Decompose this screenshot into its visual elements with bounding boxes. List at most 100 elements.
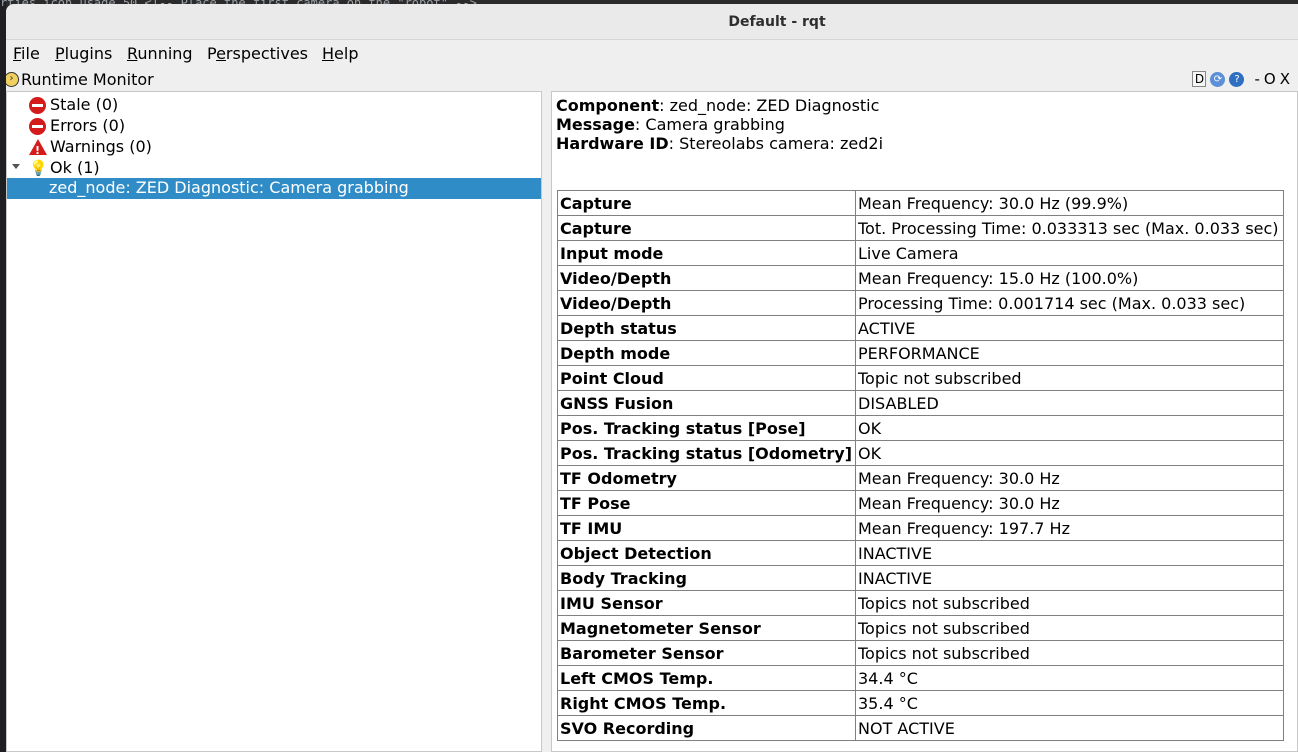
menu-running[interactable]: Running [127, 44, 193, 63]
menu-plugins-rest: lugins [64, 44, 113, 63]
message-value: Camera grabbing [645, 115, 785, 134]
menu-running-accel: R [127, 44, 138, 63]
tree-item-errors[interactable]: Errors (0) [7, 116, 541, 137]
status-tree[interactable]: Stale (0) Errors (0) Warnings (0) 💡 Ok (… [6, 91, 542, 752]
row-value: DISABLED [855, 390, 1284, 416]
row-key: TF IMU [557, 515, 856, 541]
row-key: Video/Depth [557, 290, 856, 316]
table-row: TF IMU Mean Frequency: 197.7 Hz [557, 515, 1284, 541]
row-key: Object Detection [557, 540, 856, 566]
row-key: Barometer Sensor [557, 640, 856, 666]
menu-perspectives-rest: rspectives [225, 44, 308, 63]
menu-perspectives[interactable]: Perspectives [207, 44, 308, 63]
menu-bar: File Plugins Running Perspectives Help [6, 41, 1298, 67]
dock-buttons: D ⟳ ? - O X [1192, 70, 1290, 88]
rqt-window: Default - rqt File Plugins Running Persp… [6, 4, 1298, 752]
row-key: Depth mode [557, 340, 856, 366]
runtime-monitor-icon: › [6, 72, 19, 87]
row-value: ACTIVE [855, 315, 1284, 341]
minimize-button[interactable]: - [1254, 70, 1259, 88]
row-value: INACTIVE [855, 540, 1284, 566]
row-value: Mean Frequency: 30.0 Hz [855, 465, 1284, 491]
message-line: Message: Camera grabbing [556, 115, 785, 134]
menu-help-accel: H [322, 44, 335, 63]
title-bar[interactable]: Default - rqt [6, 4, 1298, 40]
row-key: Video/Depth [557, 265, 856, 291]
menu-file-rest: ile [21, 44, 40, 63]
reload-icon[interactable]: ⟳ [1210, 71, 1226, 87]
menu-perspectives-accel: e [216, 44, 226, 63]
table-row: Left CMOS Temp. 34.4 °C [557, 665, 1284, 691]
menu-file-accel: F [13, 44, 22, 63]
menu-help-rest: elp [334, 44, 359, 63]
row-value: Mean Frequency: 30.0 Hz [855, 490, 1284, 516]
table-row: Video/Depth Processing Time: 0.001714 sec… [557, 290, 1284, 316]
tree-item-label: Warnings (0) [50, 137, 152, 156]
hardware-line: Hardware ID: Stereolabs camera: zed2i [556, 134, 884, 153]
row-key: IMU Sensor [557, 590, 856, 616]
row-value: Topic not subscribed [855, 365, 1284, 391]
close-button[interactable]: X [1280, 70, 1290, 88]
row-key: TF Pose [557, 490, 856, 516]
row-key: Left CMOS Temp. [557, 665, 856, 691]
key-value-table: Capture Mean Frequency: 30.0 Hz (99.9%) Ca… [557, 190, 1284, 741]
menu-perspectives-pre: P [207, 44, 217, 63]
table-row: Right CMOS Temp. 35.4 °C [557, 690, 1284, 716]
row-value: 34.4 °C [855, 665, 1284, 691]
tree-item-zed-diagnostic[interactable]: zed_node: ZED Diagnostic: Camera grabbin… [7, 178, 541, 199]
row-value: Topics not subscribed [855, 615, 1284, 641]
table-row: Capture Mean Frequency: 30.0 Hz (99.9%) [557, 190, 1284, 216]
tree-item-label: zed_node: ZED Diagnostic: Camera grabbin… [49, 178, 409, 197]
hardware-value: Stereolabs camera: zed2i [679, 134, 884, 153]
hardware-label: Hardware ID [556, 134, 669, 153]
panel-splitter[interactable] [544, 91, 551, 752]
row-value: Mean Frequency: 30.0 Hz (99.9%) [855, 190, 1284, 216]
tree-item-ok[interactable]: 💡 Ok (1) [7, 158, 541, 179]
row-key: Point Cloud [557, 365, 856, 391]
menu-help[interactable]: Help [322, 44, 358, 63]
stale-icon [29, 97, 46, 114]
table-row: Input mode Live Camera [557, 240, 1284, 266]
table-row: Video/Depth Mean Frequency: 15.0 Hz (100.… [557, 265, 1284, 291]
expand-arrow-icon[interactable] [12, 164, 20, 169]
message-label: Message [556, 115, 635, 134]
row-value: Live Camera [855, 240, 1284, 266]
table-row: Object Detection INACTIVE [557, 540, 1284, 566]
dock-title-bar[interactable]: › Runtime Monitor D ⟳ ? - O X [6, 68, 1298, 91]
table-row: Capture Tot. Processing Time: 0.033313 se… [557, 215, 1284, 241]
menu-plugins[interactable]: Plugins [55, 44, 112, 63]
table-row: Depth mode PERFORMANCE [557, 340, 1284, 366]
row-value: PERFORMANCE [855, 340, 1284, 366]
row-value: Topics not subscribed [855, 640, 1284, 666]
table-row: IMU Sensor Topics not subscribed [557, 590, 1284, 616]
row-value: Processing Time: 0.001714 sec (Max. 0.03… [855, 290, 1284, 316]
table-row: Body Tracking INACTIVE [557, 565, 1284, 591]
row-key: Capture [557, 190, 856, 216]
row-value: Mean Frequency: 197.7 Hz [855, 515, 1284, 541]
float-button[interactable]: O [1264, 70, 1276, 88]
menu-plugins-accel: P [55, 44, 65, 63]
detail-panel: Component: zed_node: ZED Diagnostic Mess… [551, 91, 1298, 752]
row-value: Tot. Processing Time: 0.033313 sec (Max.… [855, 215, 1284, 241]
window-title: Default - rqt [728, 14, 826, 30]
tree-item-label: Errors (0) [50, 116, 126, 135]
component-line: Component: zed_node: ZED Diagnostic [556, 96, 880, 115]
menu-running-rest: unning [137, 44, 193, 63]
row-key: Input mode [557, 240, 856, 266]
component-label: Component [556, 96, 660, 115]
help-icon[interactable]: ? [1229, 71, 1245, 87]
tree-item-stale[interactable]: Stale (0) [7, 95, 541, 116]
tree-item-label: Ok (1) [50, 158, 100, 177]
error-icon [29, 118, 46, 135]
row-key: Pos. Tracking status [Odometry] [557, 440, 856, 466]
menu-file[interactable]: File [13, 44, 40, 63]
warning-icon [29, 139, 47, 161]
dock-d-button[interactable]: D [1192, 71, 1207, 87]
row-value: 35.4 °C [855, 690, 1284, 716]
table-row: SVO Recording NOT ACTIVE [557, 715, 1284, 741]
lightbulb-icon: 💡 [29, 159, 48, 177]
table-row: TF Odometry Mean Frequency: 30.0 Hz [557, 465, 1284, 491]
row-value: OK [855, 415, 1284, 441]
tree-item-warnings[interactable]: Warnings (0) [7, 137, 541, 161]
detail-header: Component: zed_node: ZED Diagnostic Mess… [556, 96, 883, 153]
